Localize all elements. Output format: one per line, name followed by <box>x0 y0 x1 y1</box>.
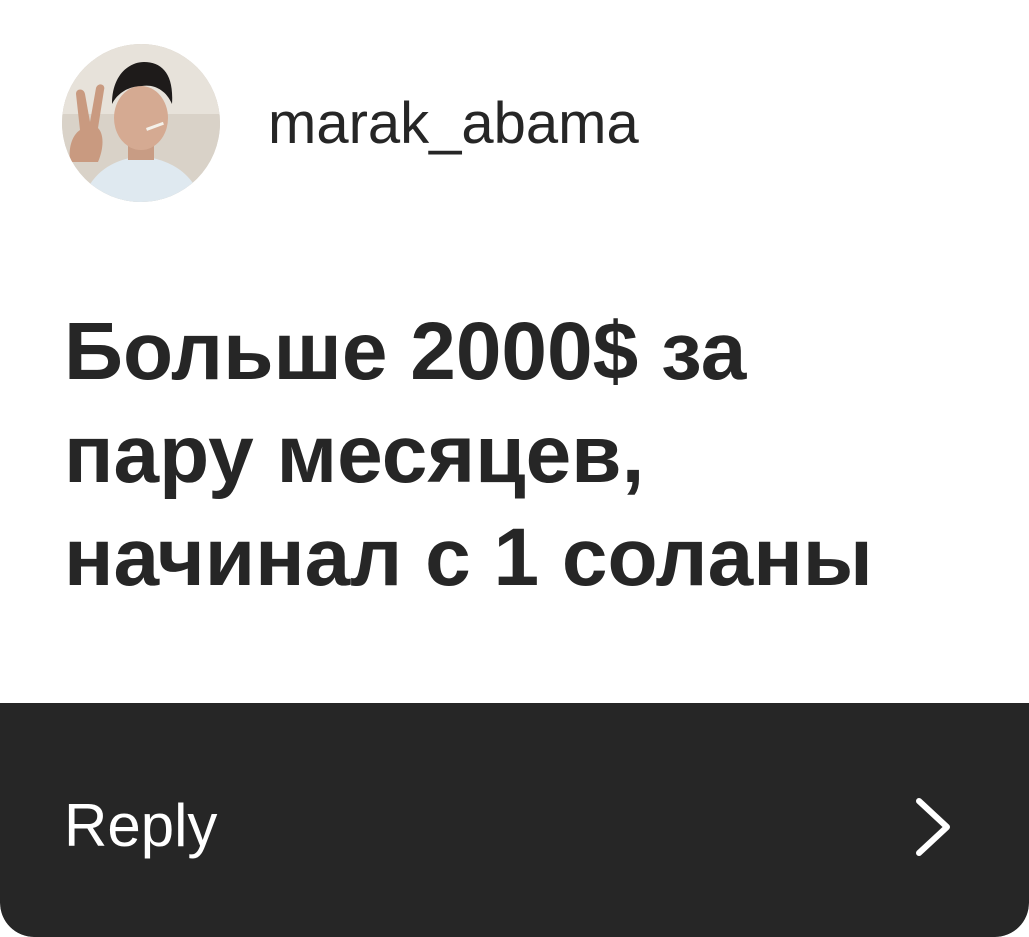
reply-label: Reply <box>64 792 218 859</box>
story-reply-card: marak_abama Больше 2000$ за пару месяцев… <box>0 0 1029 937</box>
avatar-image <box>62 44 220 202</box>
message-text: Больше 2000$ за пару месяцев, начинал с … <box>64 300 964 609</box>
reply-button[interactable]: Reply <box>0 703 1029 937</box>
avatar[interactable] <box>62 44 220 202</box>
message-line: пару месяцев, <box>64 409 645 500</box>
username[interactable]: marak_abama <box>268 90 639 157</box>
chevron-right-icon <box>916 798 950 856</box>
message-line: начинал с 1 соланы <box>64 512 873 603</box>
post-header: marak_abama <box>62 44 639 202</box>
message-line: Больше 2000$ за <box>64 306 747 397</box>
